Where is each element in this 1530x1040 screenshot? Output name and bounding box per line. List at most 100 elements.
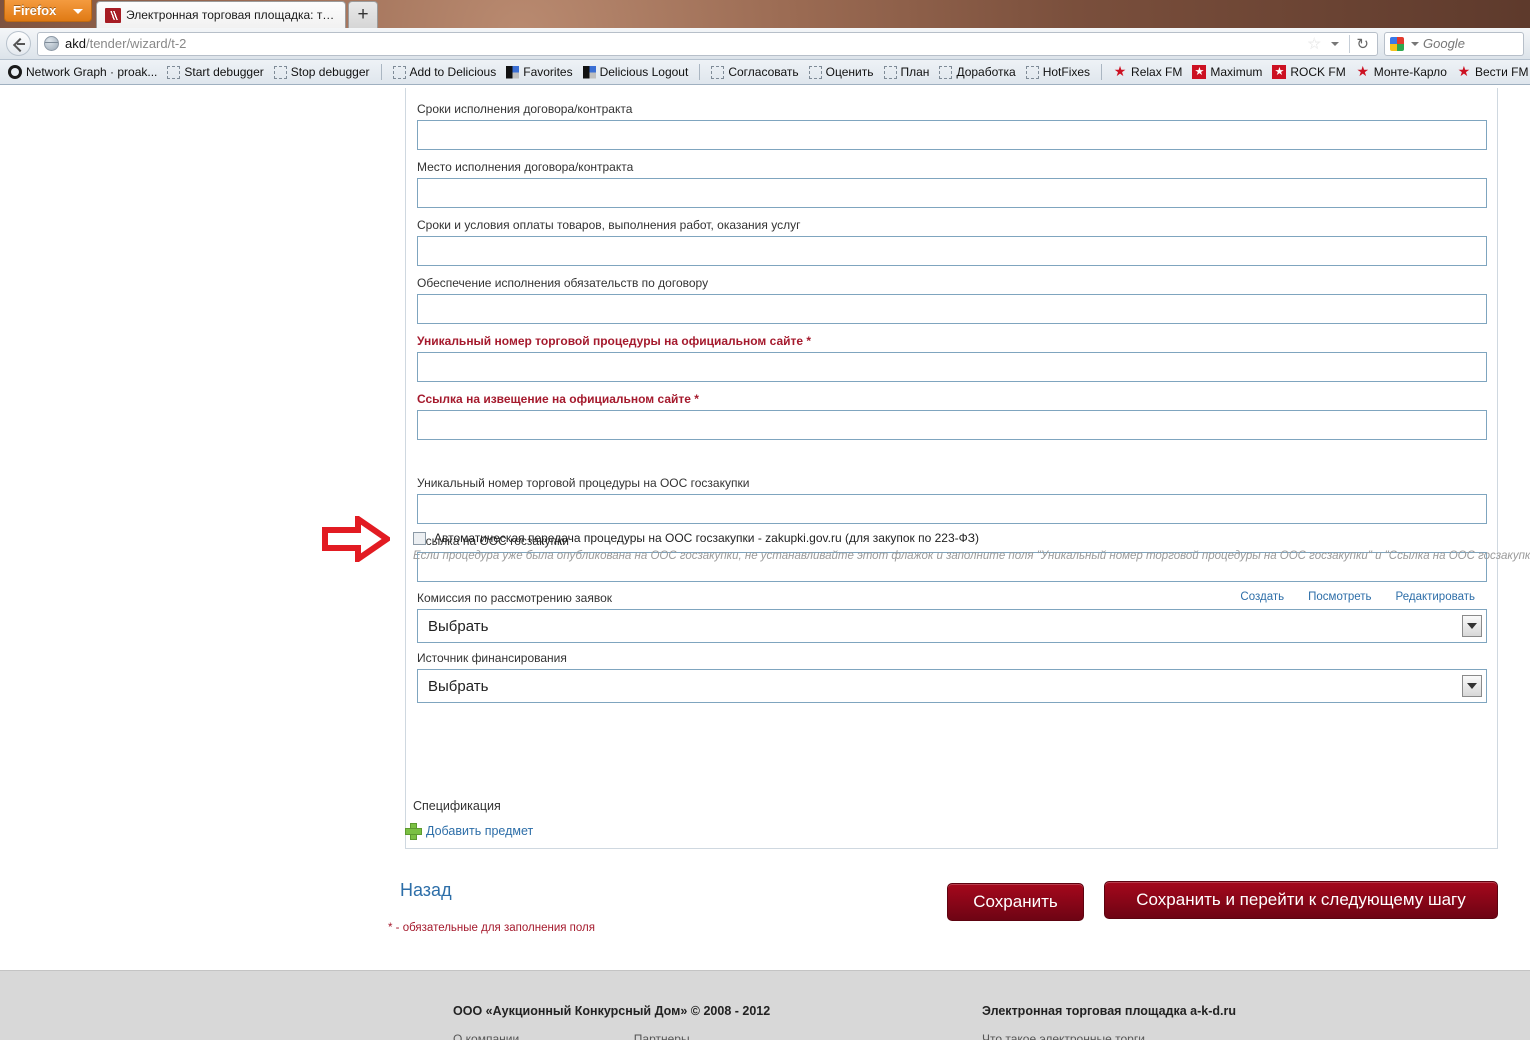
chevron-down-icon[interactable]	[1411, 41, 1419, 46]
bookmark-label: Add to Delicious	[409, 65, 497, 79]
bookmark-item[interactable]: Доработка	[935, 64, 1019, 80]
field-contract-place: Место исполнения договора/контракта	[417, 160, 1487, 208]
bookmark-item[interactable]: Network Graph · proak...	[4, 64, 161, 80]
star-outline-icon: ★	[1356, 63, 1370, 79]
payment-terms-input[interactable]	[417, 236, 1487, 266]
bookmark-item[interactable]: ★ ROCK FM	[1268, 64, 1349, 80]
delicious-icon	[582, 65, 596, 79]
browser-tab-active[interactable]: Электронная торговая площадка: тенд...	[96, 1, 346, 28]
search-bar[interactable]: Google	[1384, 31, 1524, 56]
star-box-icon: ★	[1192, 65, 1207, 79]
obligation-security-input[interactable]	[417, 294, 1487, 324]
chevron-down-icon[interactable]	[1331, 41, 1340, 46]
add-item-link[interactable]: Добавить предмет	[426, 824, 533, 838]
bookmark-separator	[380, 64, 382, 80]
commission-edit-link[interactable]: Редактировать	[1396, 591, 1475, 603]
field-label: Уникальный номер торговой процедуры на О…	[417, 476, 750, 490]
commission-select-value: Выбрать	[428, 617, 489, 635]
footer-link[interactable]: О компании	[453, 1032, 519, 1040]
commission-select[interactable]: Выбрать	[417, 609, 1487, 643]
official-procedure-number-input[interactable]	[417, 352, 1487, 382]
reload-icon[interactable]: ↻	[1356, 35, 1369, 53]
save-and-next-button[interactable]: Сохранить и перейти к следующему шагу	[1104, 881, 1498, 919]
url-text: akd/tender/wizard/t-2	[65, 36, 1307, 51]
bookmark-item[interactable]: ★ Вести FM	[1453, 64, 1530, 80]
footer-link[interactable]: Что такое электронные торги	[982, 1032, 1145, 1040]
field-label: Сроки исполнения договора/контракта	[417, 102, 633, 116]
commission-create-link[interactable]: Создать	[1240, 591, 1284, 603]
bookmark-item[interactable]: Favorites	[502, 64, 576, 80]
field-commission: Комиссия по рассмотрению заявок Создать …	[417, 591, 1487, 643]
bookmark-label: Relax FM	[1131, 65, 1183, 79]
bookmark-separator	[699, 64, 701, 80]
dotted-square-icon	[392, 65, 406, 79]
save-and-next-button-label: Сохранить и перейти к следующему шагу	[1136, 890, 1466, 909]
funding-source-select[interactable]: Выбрать	[417, 669, 1487, 703]
search-input[interactable]: Google	[1423, 36, 1465, 51]
delicious-icon	[506, 65, 520, 79]
dotted-square-icon	[1025, 65, 1039, 79]
bookmark-item[interactable]: Start debugger	[163, 64, 267, 80]
divider	[1349, 34, 1351, 53]
bookmark-item[interactable]: ★ Монте-Карло	[1352, 64, 1451, 80]
site-favicon-icon	[105, 7, 121, 23]
chevron-down-icon[interactable]	[1462, 615, 1482, 637]
footer-site-column: Электронная торговая площадка a-k-d.ru Ч…	[982, 1004, 1382, 1040]
bookmark-item[interactable]: ★ Maximum	[1188, 64, 1266, 80]
save-button-label: Сохранить	[973, 892, 1058, 911]
back-button[interactable]	[6, 31, 31, 56]
new-tab-button[interactable]: +	[348, 1, 378, 28]
field-contract-terms: Сроки исполнения договора/контракта	[417, 102, 1487, 150]
url-path: /tender/wizard/t-2	[85, 36, 187, 51]
footer-left-list: О компанииСертификаты и лицензииЭлектрон…	[453, 1030, 634, 1040]
bookmark-label: Монте-Карло	[1373, 65, 1447, 79]
footer-partners-link[interactable]: Партнеры	[634, 1032, 690, 1040]
list-item: Что такое электронные торги	[982, 1030, 1382, 1040]
bookmark-item[interactable]: Add to Delicious	[389, 64, 501, 80]
commission-view-link[interactable]: Посмотреть	[1308, 591, 1371, 603]
google-icon	[1390, 36, 1404, 51]
chevron-down-icon	[73, 9, 83, 14]
dotted-square-icon	[711, 65, 725, 79]
bookmark-label: Stop debugger	[290, 65, 370, 79]
list-item: О компании	[453, 1030, 634, 1040]
bookmark-label: Доработка	[956, 65, 1016, 79]
star-icon[interactable]: ☆	[1307, 34, 1321, 54]
tab-title: Электронная торговая площадка: тенд...	[126, 8, 337, 22]
bookmark-item[interactable]: HotFixes	[1022, 64, 1094, 80]
footer-site-title: Электронная торговая площадка a-k-d.ru	[982, 1004, 1236, 1018]
official-notice-link-input[interactable]	[417, 410, 1487, 440]
star-outline-icon: ★	[1457, 63, 1471, 79]
bookmark-label: План	[900, 65, 930, 79]
bookmark-item[interactable]: Delicious Logout	[579, 64, 693, 80]
back-link[interactable]: Назад	[400, 880, 452, 901]
globe-icon	[44, 36, 59, 51]
commission-actions: Создать Посмотреть Редактировать	[1240, 591, 1475, 603]
save-button[interactable]: Сохранить	[947, 883, 1084, 921]
bookmark-item[interactable]: Оценить	[805, 64, 878, 80]
address-bar[interactable]: akd/tender/wizard/t-2 ☆ ↻	[37, 31, 1378, 56]
chevron-down-icon[interactable]	[1462, 675, 1482, 697]
dotted-square-icon	[167, 65, 181, 79]
auto-transfer-checkbox-label: Автоматическая передача процедуры на ООС…	[434, 531, 979, 545]
add-item-row[interactable]: Добавить предмет	[405, 823, 533, 840]
star-box-icon: ★	[1272, 65, 1287, 79]
dotted-square-icon	[808, 65, 822, 79]
contract-terms-input[interactable]	[417, 120, 1487, 150]
bookmark-item[interactable]: План	[880, 64, 934, 80]
firefox-menu-button[interactable]: Firefox	[4, 0, 92, 22]
footer-partners-list: Партнеры	[634, 1030, 690, 1040]
bookmark-item[interactable]: ★ Relax FM	[1109, 64, 1186, 80]
bookmark-item[interactable]: Согласовать	[707, 64, 802, 80]
bookmark-item[interactable]: Stop debugger	[270, 64, 374, 80]
oos-procedure-number-input[interactable]	[417, 494, 1487, 524]
dotted-square-icon	[939, 65, 953, 79]
page-viewport: В данном разделе вы можете указать любую…	[0, 88, 1530, 1040]
field-label: Сроки и условия оплаты товаров, выполнен…	[417, 218, 801, 232]
field-funding-source: Источник финансирования Выбрать	[417, 651, 1487, 703]
auto-transfer-checkbox-row[interactable]: Автоматическая передача процедуры на ООС…	[413, 531, 979, 545]
bookmark-label: Maximum	[1210, 65, 1263, 79]
auto-transfer-checkbox[interactable]	[413, 531, 426, 545]
contract-place-input[interactable]	[417, 178, 1487, 208]
field-label-required: Уникальный номер торговой процедуры на о…	[417, 334, 812, 348]
